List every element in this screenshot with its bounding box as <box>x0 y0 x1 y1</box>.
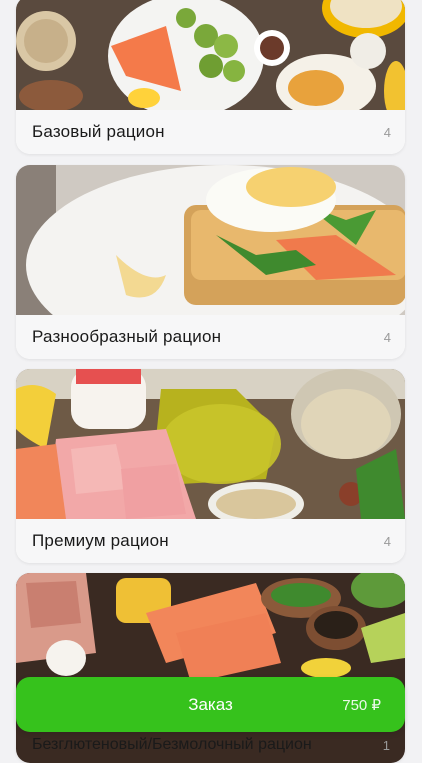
ration-card-glutenfree[interactable] <box>16 573 405 763</box>
ration-title: Безглютеновый/Безмолочный рацион <box>32 736 312 753</box>
ration-count: 1 <box>382 738 390 753</box>
ration-count: 4 <box>383 329 391 345</box>
order-button[interactable]: Заказ 750 ₽ <box>16 677 405 732</box>
order-price: 750 ₽ <box>342 696 381 714</box>
ration-label-bar: Премиум рацион 4 <box>16 519 405 563</box>
ration-photo-premium <box>16 369 405 524</box>
ration-photo-varied <box>16 165 405 320</box>
ration-count: 4 <box>383 533 391 549</box>
ration-card-varied[interactable]: Разнообразный рацион 4 <box>16 165 405 359</box>
ration-title: Разнообразный рацион <box>32 327 222 346</box>
ration-photo-basic <box>16 0 405 116</box>
ration-count: 4 <box>383 124 391 140</box>
ration-label-bar: Базовый рацион 4 <box>16 110 405 154</box>
ration-title: Премиум рацион <box>32 531 169 550</box>
ration-card-premium[interactable]: Премиум рацион 4 <box>16 369 405 563</box>
ration-label-bar: Разнообразный рацион 4 <box>16 315 405 359</box>
ration-photo-glutenfree <box>16 573 405 763</box>
ration-card-basic[interactable]: Базовый рацион 4 <box>16 0 405 154</box>
ration-title: Базовый рацион <box>32 122 165 141</box>
order-label: Заказ <box>188 694 233 714</box>
